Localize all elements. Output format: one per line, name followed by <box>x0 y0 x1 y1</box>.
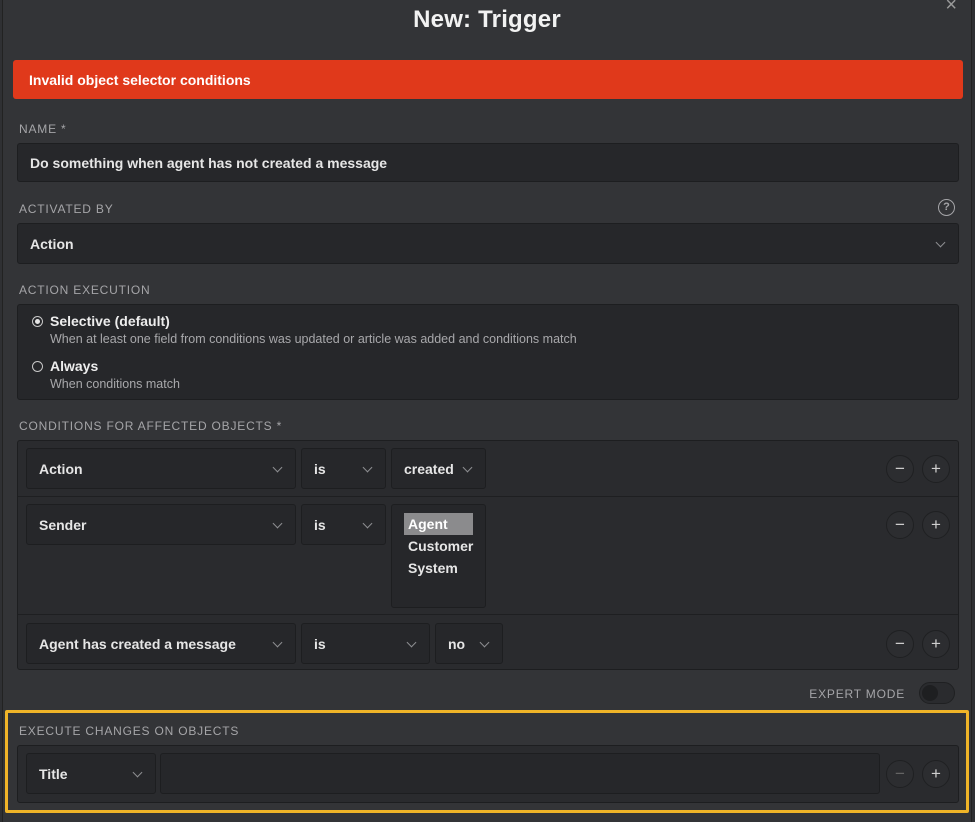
activated-by-select[interactable]: Action <box>17 223 959 264</box>
sender-option-agent[interactable]: Agent <box>404 513 473 535</box>
action-execution-label: ACTION EXECUTION <box>19 283 151 297</box>
radio-selective-title: Selective (default) <box>50 313 170 329</box>
chevron-down-icon <box>462 462 473 473</box>
condition-value-select[interactable]: no <box>435 623 503 664</box>
chevron-down-icon <box>479 637 490 648</box>
radio-unselected-icon[interactable] <box>32 361 43 372</box>
condition-operator-value: is <box>314 517 326 533</box>
sender-multiselect[interactable]: Agent Customer System <box>391 504 486 608</box>
chevron-down-icon <box>272 462 283 473</box>
condition-attribute-value: Action <box>39 461 83 477</box>
sender-option-customer[interactable]: Customer <box>404 535 473 557</box>
error-alert: Invalid object selector conditions <box>13 60 963 99</box>
trigger-dialog: New: Trigger × Invalid object selector c… <box>2 0 972 822</box>
close-icon[interactable]: × <box>945 0 957 17</box>
radio-always-title: Always <box>50 358 99 374</box>
condition-value: no <box>448 636 466 652</box>
condition-operator-value: is <box>314 461 326 477</box>
condition-value-select[interactable]: created <box>391 448 486 489</box>
dialog-title: New: Trigger <box>413 6 561 33</box>
condition-operator-value: is <box>314 636 326 652</box>
expert-mode-toggle[interactable] <box>919 682 955 704</box>
chevron-down-icon <box>362 462 373 473</box>
condition-value: created <box>404 461 454 477</box>
name-label: NAME * <box>19 122 67 136</box>
chevron-down-icon <box>935 237 946 248</box>
condition-attribute-value: Agent has created a message <box>39 636 236 652</box>
row-divider <box>18 614 958 615</box>
radio-selected-icon[interactable] <box>32 316 43 327</box>
expert-mode-label: EXPERT MODE <box>809 687 905 701</box>
radio-selective-desc: When at least one field from conditions … <box>50 332 577 346</box>
name-input[interactable]: Do something when agent has not created … <box>17 143 959 182</box>
condition-attribute-select[interactable]: Agent has created a message <box>26 623 296 664</box>
condition-attribute-value: Sender <box>39 517 87 533</box>
condition-operator-select[interactable]: is <box>301 504 386 545</box>
add-condition-button[interactable]: + <box>922 511 950 539</box>
highlight-frame <box>5 710 969 813</box>
condition-attribute-select[interactable]: Action <box>26 448 296 489</box>
condition-operator-select[interactable]: is <box>301 623 430 664</box>
condition-operator-select[interactable]: is <box>301 448 386 489</box>
sender-option-system[interactable]: System <box>404 557 473 579</box>
conditions-box: Action is created − + Sender is Agent Cu… <box>17 440 959 670</box>
radio-always-desc: When conditions match <box>50 377 180 391</box>
remove-condition-button[interactable]: − <box>886 511 914 539</box>
remove-condition-button[interactable]: − <box>886 630 914 658</box>
remove-condition-button[interactable]: − <box>886 455 914 483</box>
activated-by-value: Action <box>30 236 74 252</box>
chevron-down-icon <box>272 637 283 648</box>
activated-by-label: ACTIVATED BY <box>19 202 114 216</box>
conditions-label: CONDITIONS FOR AFFECTED OBJECTS * <box>19 419 283 433</box>
add-condition-button[interactable]: + <box>922 455 950 483</box>
condition-attribute-select[interactable]: Sender <box>26 504 296 545</box>
help-icon[interactable]: ? <box>938 199 955 216</box>
chevron-down-icon <box>272 518 283 529</box>
row-divider <box>18 496 958 497</box>
action-execution-group: Selective (default) When at least one fi… <box>17 304 959 400</box>
add-condition-button[interactable]: + <box>922 630 950 658</box>
chevron-down-icon <box>362 518 373 529</box>
chevron-down-icon <box>406 637 417 648</box>
